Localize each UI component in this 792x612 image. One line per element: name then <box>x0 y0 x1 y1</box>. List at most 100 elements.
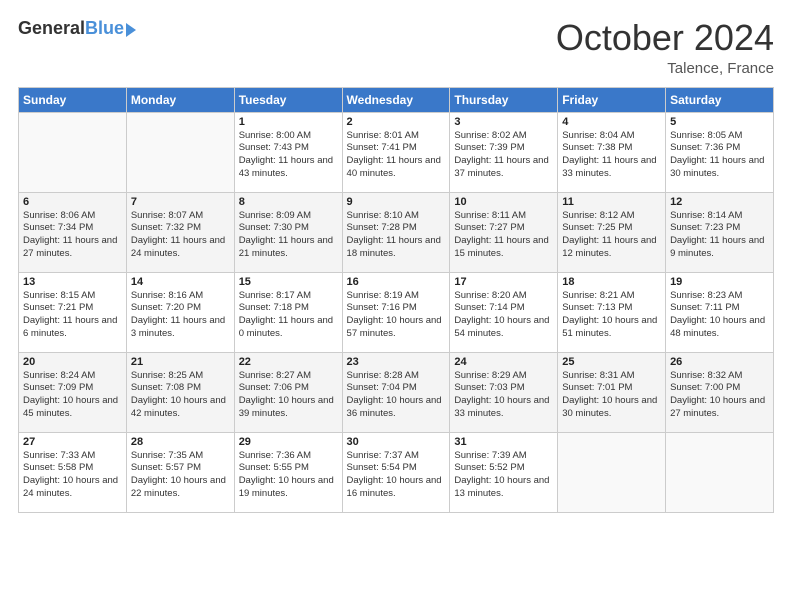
day-info: Sunrise: 8:31 AM Sunset: 7:01 PM Dayligh… <box>562 370 661 421</box>
calendar-cell: 1 Sunrise: 8:00 AM Sunset: 7:43 PM Daylig… <box>234 112 342 192</box>
day-number: 22 <box>239 356 338 368</box>
day-number: 2 <box>347 116 446 128</box>
calendar-cell: 7Sunrise: 8:07 AM Sunset: 7:32 PM Daylig… <box>126 192 234 272</box>
day-info: Sunrise: 8:23 AM Sunset: 7:11 PM Dayligh… <box>670 290 769 341</box>
weekday-header-wednesday: Wednesday <box>342 87 450 112</box>
day-number: 21 <box>131 356 230 368</box>
calendar-cell: 23 Sunrise: 8:28 AM Sunset: 7:04 PM Dayli… <box>342 352 450 432</box>
day-number: 8 <box>239 196 338 208</box>
calendar-week-row: 6 Sunrise: 8:06 AM Sunset: 7:34 PM Daylig… <box>19 192 774 272</box>
logo: General Blue <box>18 18 136 39</box>
day-info: Sunrise: 8:19 AM Sunset: 7:16 PM Dayligh… <box>347 290 446 341</box>
calendar-cell: 13Sunrise: 8:15 AM Sunset: 7:21 PM Dayli… <box>19 272 127 352</box>
day-number: 27 <box>23 436 122 448</box>
day-info: Sunrise: 8:11 AM Sunset: 7:27 PM Dayligh… <box>454 210 553 261</box>
calendar-week-row: 1 Sunrise: 8:00 AM Sunset: 7:43 PM Daylig… <box>19 112 774 192</box>
calendar-cell: 2 Sunrise: 8:01 AM Sunset: 7:41 PM Daylig… <box>342 112 450 192</box>
day-info: Sunrise: 7:33 AM Sunset: 5:58 PM Dayligh… <box>23 450 122 501</box>
calendar-cell: 27 Sunrise: 7:33 AM Sunset: 5:58 PM Dayli… <box>19 432 127 512</box>
day-number: 13 <box>23 276 122 288</box>
calendar-cell: 31Sunrise: 7:39 AM Sunset: 5:52 PM Dayli… <box>450 432 558 512</box>
day-number: 28 <box>131 436 230 448</box>
calendar-cell: 21Sunrise: 8:25 AM Sunset: 7:08 PM Dayli… <box>126 352 234 432</box>
day-number: 1 <box>239 116 338 128</box>
weekday-header-saturday: Saturday <box>666 87 774 112</box>
day-info: Sunrise: 8:16 AM Sunset: 7:20 PM Dayligh… <box>131 290 230 341</box>
calendar-cell: 19 Sunrise: 8:23 AM Sunset: 7:11 PM Dayli… <box>666 272 774 352</box>
day-info: Sunrise: 7:36 AM Sunset: 5:55 PM Dayligh… <box>239 450 338 501</box>
calendar-week-row: 27 Sunrise: 7:33 AM Sunset: 5:58 PM Dayli… <box>19 432 774 512</box>
day-info: Sunrise: 8:09 AM Sunset: 7:30 PM Dayligh… <box>239 210 338 261</box>
calendar-week-row: 13Sunrise: 8:15 AM Sunset: 7:21 PM Dayli… <box>19 272 774 352</box>
calendar-cell: 30 Sunrise: 7:37 AM Sunset: 5:54 PM Dayli… <box>342 432 450 512</box>
calendar-week-row: 20 Sunrise: 8:24 AM Sunset: 7:09 PM Dayli… <box>19 352 774 432</box>
weekday-header-monday: Monday <box>126 87 234 112</box>
day-info: Sunrise: 8:00 AM Sunset: 7:43 PM Dayligh… <box>239 130 338 181</box>
calendar-cell: 24 Sunrise: 8:29 AM Sunset: 7:03 PM Dayli… <box>450 352 558 432</box>
day-info: Sunrise: 8:20 AM Sunset: 7:14 PM Dayligh… <box>454 290 553 341</box>
day-number: 9 <box>347 196 446 208</box>
day-info: Sunrise: 8:32 AM Sunset: 7:00 PM Dayligh… <box>670 370 769 421</box>
day-info: Sunrise: 8:06 AM Sunset: 7:34 PM Dayligh… <box>23 210 122 261</box>
header: General Blue October 2024 Talence, Franc… <box>18 18 774 77</box>
day-number: 30 <box>347 436 446 448</box>
day-info: Sunrise: 8:12 AM Sunset: 7:25 PM Dayligh… <box>562 210 661 261</box>
weekday-header-row: SundayMondayTuesdayWednesdayThursdayFrid… <box>19 87 774 112</box>
calendar-cell: 15Sunrise: 8:17 AM Sunset: 7:18 PM Dayli… <box>234 272 342 352</box>
calendar-cell: 10 Sunrise: 8:11 AM Sunset: 7:27 PM Dayli… <box>450 192 558 272</box>
calendar-cell: 20 Sunrise: 8:24 AM Sunset: 7:09 PM Dayli… <box>19 352 127 432</box>
calendar-cell <box>19 112 127 192</box>
calendar-cell: 9 Sunrise: 8:10 AM Sunset: 7:28 PM Daylig… <box>342 192 450 272</box>
calendar-cell: 8 Sunrise: 8:09 AM Sunset: 7:30 PM Daylig… <box>234 192 342 272</box>
month-title: October 2024 <box>556 18 774 58</box>
day-number: 7 <box>131 196 230 208</box>
calendar-cell: 22Sunrise: 8:27 AM Sunset: 7:06 PM Dayli… <box>234 352 342 432</box>
day-number: 5 <box>670 116 769 128</box>
calendar-cell: 17 Sunrise: 8:20 AM Sunset: 7:14 PM Dayli… <box>450 272 558 352</box>
logo-blue-text: Blue <box>85 18 124 39</box>
calendar-cell: 11Sunrise: 8:12 AM Sunset: 7:25 PM Dayli… <box>558 192 666 272</box>
calendar-cell: 14 Sunrise: 8:16 AM Sunset: 7:20 PM Dayli… <box>126 272 234 352</box>
calendar-cell: 25 Sunrise: 8:31 AM Sunset: 7:01 PM Dayli… <box>558 352 666 432</box>
day-number: 3 <box>454 116 553 128</box>
day-number: 10 <box>454 196 553 208</box>
day-number: 12 <box>670 196 769 208</box>
day-info: Sunrise: 8:10 AM Sunset: 7:28 PM Dayligh… <box>347 210 446 261</box>
day-info: Sunrise: 8:28 AM Sunset: 7:04 PM Dayligh… <box>347 370 446 421</box>
day-number: 24 <box>454 356 553 368</box>
calendar-cell: 29Sunrise: 7:36 AM Sunset: 5:55 PM Dayli… <box>234 432 342 512</box>
calendar-cell: 16 Sunrise: 8:19 AM Sunset: 7:16 PM Dayli… <box>342 272 450 352</box>
day-number: 15 <box>239 276 338 288</box>
day-info: Sunrise: 8:21 AM Sunset: 7:13 PM Dayligh… <box>562 290 661 341</box>
day-number: 6 <box>23 196 122 208</box>
day-number: 17 <box>454 276 553 288</box>
day-info: Sunrise: 8:24 AM Sunset: 7:09 PM Dayligh… <box>23 370 122 421</box>
calendar-cell <box>126 112 234 192</box>
page: General Blue October 2024 Talence, Franc… <box>0 0 792 612</box>
calendar-cell: 3 Sunrise: 8:02 AM Sunset: 7:39 PM Daylig… <box>450 112 558 192</box>
day-number: 26 <box>670 356 769 368</box>
day-info: Sunrise: 8:04 AM Sunset: 7:38 PM Dayligh… <box>562 130 661 181</box>
weekday-header-sunday: Sunday <box>19 87 127 112</box>
day-info: Sunrise: 8:02 AM Sunset: 7:39 PM Dayligh… <box>454 130 553 181</box>
location-subtitle: Talence, France <box>556 60 774 77</box>
day-number: 14 <box>131 276 230 288</box>
calendar-cell: 12Sunrise: 8:14 AM Sunset: 7:23 PM Dayli… <box>666 192 774 272</box>
calendar-table: SundayMondayTuesdayWednesdayThursdayFrid… <box>18 87 774 513</box>
calendar-cell: 18 Sunrise: 8:21 AM Sunset: 7:13 PM Dayli… <box>558 272 666 352</box>
day-info: Sunrise: 7:39 AM Sunset: 5:52 PM Dayligh… <box>454 450 553 501</box>
day-info: Sunrise: 7:37 AM Sunset: 5:54 PM Dayligh… <box>347 450 446 501</box>
day-number: 16 <box>347 276 446 288</box>
day-number: 18 <box>562 276 661 288</box>
calendar-cell: 28Sunrise: 7:35 AM Sunset: 5:57 PM Dayli… <box>126 432 234 512</box>
calendar-cell: 4Sunrise: 8:04 AM Sunset: 7:38 PM Daylig… <box>558 112 666 192</box>
day-number: 19 <box>670 276 769 288</box>
day-info: Sunrise: 8:29 AM Sunset: 7:03 PM Dayligh… <box>454 370 553 421</box>
logo-general-text: General <box>18 18 85 39</box>
day-number: 25 <box>562 356 661 368</box>
day-number: 20 <box>23 356 122 368</box>
title-block: October 2024 Talence, France <box>556 18 774 77</box>
day-info: Sunrise: 8:01 AM Sunset: 7:41 PM Dayligh… <box>347 130 446 181</box>
calendar-cell: 6 Sunrise: 8:06 AM Sunset: 7:34 PM Daylig… <box>19 192 127 272</box>
day-number: 23 <box>347 356 446 368</box>
